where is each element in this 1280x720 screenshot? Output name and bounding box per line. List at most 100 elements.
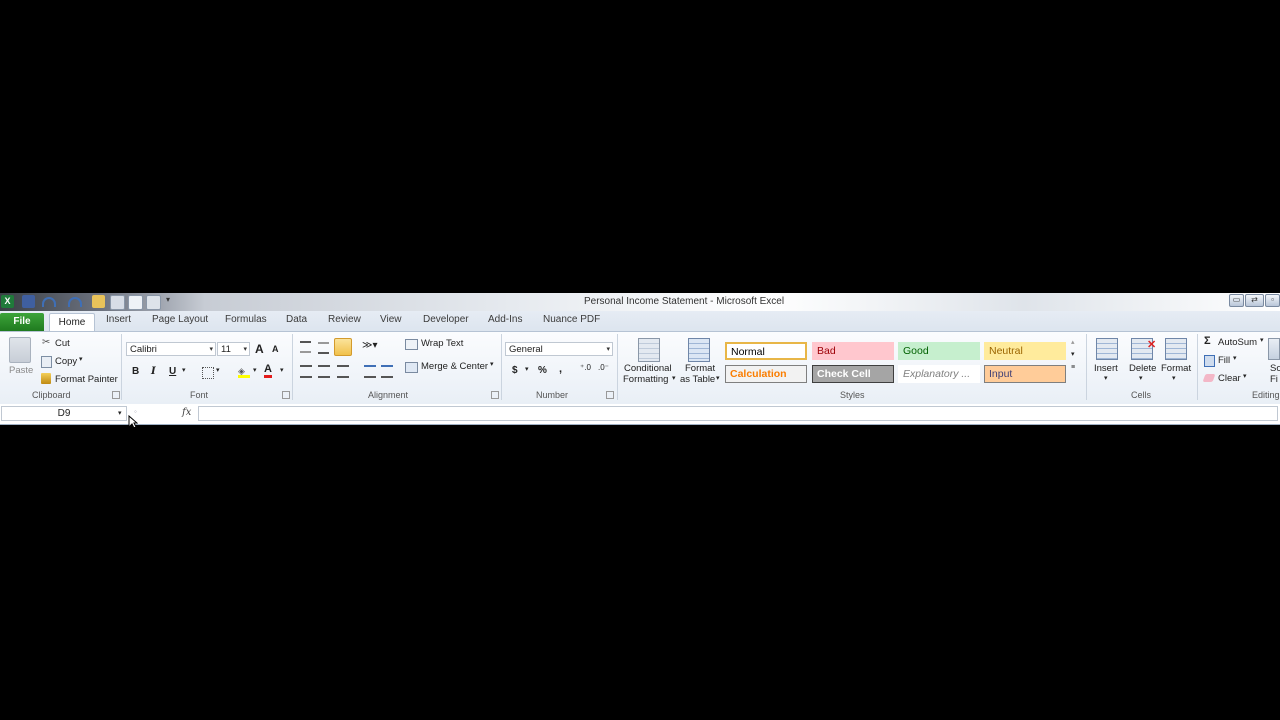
number-format-value: General bbox=[509, 344, 543, 355]
font-name-combo[interactable]: Calibri ▾ bbox=[126, 342, 216, 356]
format-as-table-label-1: Format bbox=[685, 363, 716, 374]
undo-icon[interactable] bbox=[42, 297, 56, 307]
tab-home[interactable]: Home bbox=[49, 313, 95, 332]
clipboard-group-label: Clipboard bbox=[32, 390, 71, 400]
align-left-icon[interactable] bbox=[300, 365, 312, 378]
style-normal[interactable]: Normal bbox=[725, 342, 807, 360]
delete-x-icon: ✕ bbox=[1147, 339, 1157, 351]
fill-color-icon[interactable]: ◈ bbox=[238, 366, 250, 378]
merge-dropdown-icon[interactable]: ▾ bbox=[490, 360, 494, 368]
gallery-down-icon[interactable]: ▾ bbox=[1071, 350, 1075, 358]
increase-decimal-icon[interactable]: ⁺.0 bbox=[580, 363, 591, 372]
tab-formulas[interactable]: Formulas bbox=[225, 314, 267, 325]
chevron-down-icon[interactable]: ▾ bbox=[118, 409, 122, 417]
cut-button[interactable]: ✂ Cut bbox=[40, 337, 80, 351]
increase-indent-icon[interactable] bbox=[381, 365, 393, 378]
copy-dropdown-icon[interactable]: ▾ bbox=[79, 355, 83, 363]
new-icon[interactable] bbox=[128, 295, 143, 310]
format-cells-button[interactable]: Format ▾ bbox=[1160, 336, 1194, 386]
autosum-button[interactable]: Σ AutoSum ▾ bbox=[1203, 335, 1269, 350]
conditional-formatting-button[interactable]: Conditional Formatting ▾ bbox=[622, 336, 678, 386]
style-explanatory[interactable]: Explanatory ... bbox=[898, 365, 980, 383]
wrap-text-button[interactable]: Wrap Text bbox=[405, 337, 475, 352]
style-calculation[interactable]: Calculation bbox=[725, 365, 807, 383]
sort-filter-button[interactable]: So Fi bbox=[1266, 336, 1280, 386]
tab-nuance-pdf[interactable]: Nuance PDF bbox=[543, 314, 600, 325]
grow-font-icon[interactable]: A bbox=[255, 342, 264, 356]
ribbon-tabs: File Home Insert Page Layout Formulas Da… bbox=[0, 311, 1280, 332]
underline-dropdown-icon[interactable]: ▾ bbox=[182, 366, 186, 374]
print-preview-icon[interactable] bbox=[110, 295, 125, 310]
percent-button[interactable]: % bbox=[538, 365, 547, 376]
excel-icon[interactable]: X bbox=[1, 295, 14, 308]
orientation-icon[interactable]: ≫▾ bbox=[362, 340, 378, 351]
tab-data[interactable]: Data bbox=[286, 314, 307, 325]
underline-button[interactable]: U bbox=[169, 366, 176, 377]
save-icon[interactable] bbox=[22, 295, 35, 308]
number-format-combo[interactable]: General ▾ bbox=[505, 342, 613, 356]
currency-dropdown-icon[interactable]: ▾ bbox=[525, 365, 529, 373]
tab-file[interactable]: File bbox=[0, 313, 44, 331]
delete-label: Delete bbox=[1129, 363, 1157, 374]
font-group-label: Font bbox=[190, 390, 209, 400]
delete-cells-button[interactable]: ✕ Delete ▾ bbox=[1127, 336, 1159, 386]
align-center-icon[interactable] bbox=[318, 365, 330, 378]
group-divider bbox=[1197, 334, 1198, 400]
clipboard-launcher-icon[interactable] bbox=[112, 391, 120, 399]
style-neutral[interactable]: Neutral bbox=[984, 342, 1066, 360]
copy-button[interactable]: Copy ▾ bbox=[40, 355, 90, 369]
copy-icon bbox=[41, 356, 52, 368]
tab-view[interactable]: View bbox=[380, 314, 402, 325]
minimize-ribbon-icon[interactable]: ▭ bbox=[1229, 294, 1244, 307]
bold-button[interactable]: B bbox=[132, 366, 139, 377]
paste-button[interactable]: Paste bbox=[4, 337, 36, 377]
clear-button[interactable]: Clear ▾ bbox=[1202, 372, 1251, 386]
number-launcher-icon[interactable] bbox=[606, 391, 614, 399]
font-color-icon[interactable]: A bbox=[264, 364, 272, 378]
form-icon[interactable] bbox=[146, 295, 161, 310]
italic-button[interactable]: I bbox=[151, 366, 156, 377]
style-bad[interactable]: Bad bbox=[812, 342, 894, 360]
align-middle-icon[interactable] bbox=[318, 342, 329, 354]
alignment-launcher-icon[interactable] bbox=[491, 391, 499, 399]
help-icon[interactable]: ▫ bbox=[1265, 294, 1280, 307]
align-right-icon[interactable] bbox=[337, 365, 349, 378]
formula-input[interactable] bbox=[198, 406, 1278, 421]
styles-group-label: Styles bbox=[840, 390, 865, 400]
decrease-decimal-icon[interactable]: .0⁻ bbox=[598, 363, 609, 372]
style-check-cell[interactable]: Check Cell bbox=[812, 365, 894, 383]
gallery-up-icon[interactable]: ▴ bbox=[1071, 338, 1075, 346]
currency-button[interactable]: $ bbox=[512, 365, 518, 376]
number-group-label: Number bbox=[536, 390, 569, 400]
tab-add-ins[interactable]: Add-Ins bbox=[488, 314, 522, 325]
font-size-combo[interactable]: 11 ▾ bbox=[217, 342, 250, 356]
fill-button[interactable]: Fill ▾ bbox=[1203, 354, 1243, 368]
format-as-table-button[interactable]: Format as Table ▾ bbox=[680, 336, 722, 386]
format-painter-button[interactable]: Format Painter bbox=[40, 373, 120, 387]
customize-quick-access-icon[interactable]: ▾ bbox=[166, 295, 174, 308]
shrink-font-icon[interactable]: A bbox=[272, 344, 279, 354]
comma-style-button[interactable]: , bbox=[559, 363, 562, 375]
insert-cells-button[interactable]: Insert ▾ bbox=[1092, 336, 1124, 386]
restore-icon[interactable]: ⇄ bbox=[1245, 294, 1264, 307]
style-input[interactable]: Input bbox=[984, 365, 1066, 383]
align-top-icon[interactable] bbox=[300, 341, 311, 353]
open-icon[interactable] bbox=[92, 295, 105, 308]
font-color-dropdown-icon[interactable]: ▾ bbox=[280, 366, 284, 374]
merge-center-button[interactable]: Merge & Center ▾ bbox=[405, 360, 500, 375]
gallery-more-icon[interactable]: ≡ bbox=[1071, 364, 1075, 371]
tab-review[interactable]: Review bbox=[328, 314, 361, 325]
tab-insert[interactable]: Insert bbox=[106, 314, 131, 325]
fill-color-dropdown-icon[interactable]: ▾ bbox=[253, 366, 257, 374]
tab-page-layout[interactable]: Page Layout bbox=[152, 314, 208, 325]
align-bottom-icon[interactable] bbox=[334, 338, 352, 356]
decrease-indent-icon[interactable] bbox=[364, 365, 376, 378]
name-box[interactable]: D9 bbox=[1, 406, 127, 421]
insert-function-icon[interactable]: fx bbox=[182, 407, 191, 418]
borders-dropdown-icon[interactable]: ▾ bbox=[216, 366, 220, 374]
style-good[interactable]: Good bbox=[898, 342, 980, 360]
borders-icon[interactable] bbox=[202, 367, 214, 379]
redo-icon[interactable] bbox=[68, 297, 82, 307]
tab-developer[interactable]: Developer bbox=[423, 314, 469, 325]
font-launcher-icon[interactable] bbox=[282, 391, 290, 399]
